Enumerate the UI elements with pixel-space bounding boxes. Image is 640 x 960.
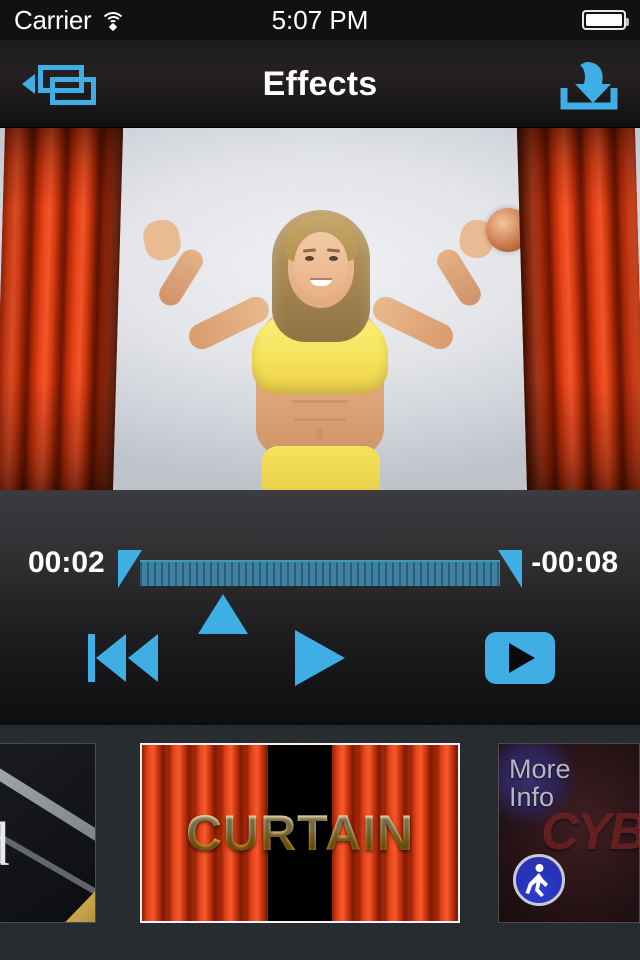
status-bar: Carrier 5:07 PM xyxy=(0,0,640,40)
promo-background xyxy=(0,744,95,922)
battery-full-icon xyxy=(582,10,629,30)
remaining-time-label: -00:08 xyxy=(531,546,618,579)
trim-handle-left[interactable] xyxy=(118,550,142,588)
playback-controls-panel: 00:02 -00:08 xyxy=(0,490,640,725)
effect-card-cyber[interactable]: CYB More Info xyxy=(498,743,640,923)
navigation-bar: Effects xyxy=(0,40,640,128)
play-icon xyxy=(295,630,345,686)
curtain-overlay-right xyxy=(516,128,640,490)
rewind-to-start-icon xyxy=(88,632,160,684)
effects-screen: Carrier 5:07 PM Effects 00:02 -00:08 CUR… xyxy=(0,0,640,960)
walking-person-icon[interactable] xyxy=(513,854,565,906)
curtain-overlay-left xyxy=(0,128,124,490)
save-button[interactable] xyxy=(528,40,620,128)
curtain-card-label: CURTAIN xyxy=(142,804,458,862)
more-info-line-2: Info xyxy=(509,781,555,812)
render-preview-button[interactable] xyxy=(472,618,568,698)
download-tray-icon xyxy=(560,62,618,110)
rewind-button[interactable] xyxy=(78,618,170,698)
video-preview[interactable] xyxy=(0,128,640,490)
more-info-line-1: More xyxy=(509,754,571,784)
status-bar-clock: 5:07 PM xyxy=(271,5,369,35)
render-preview-icon xyxy=(485,632,555,684)
effects-carousel[interactable]: ed Buy Effects $0.99 CURTAIN CYB More In… xyxy=(0,725,640,960)
play-button[interactable] xyxy=(274,618,366,698)
transport-buttons xyxy=(0,618,640,698)
current-time-label: 00:02 xyxy=(28,546,105,579)
trim-handle-right[interactable] xyxy=(498,550,522,588)
timeline-strip[interactable] xyxy=(140,560,500,586)
promo-title-fragment: ed xyxy=(0,810,10,881)
more-info-overlay[interactable]: More Info xyxy=(509,754,571,812)
effect-card-buy-effects[interactable]: ed Buy Effects $0.99 xyxy=(0,743,96,923)
effect-card-curtain[interactable]: CURTAIN xyxy=(140,743,460,923)
timeline[interactable]: 00:02 -00:08 xyxy=(0,516,640,634)
